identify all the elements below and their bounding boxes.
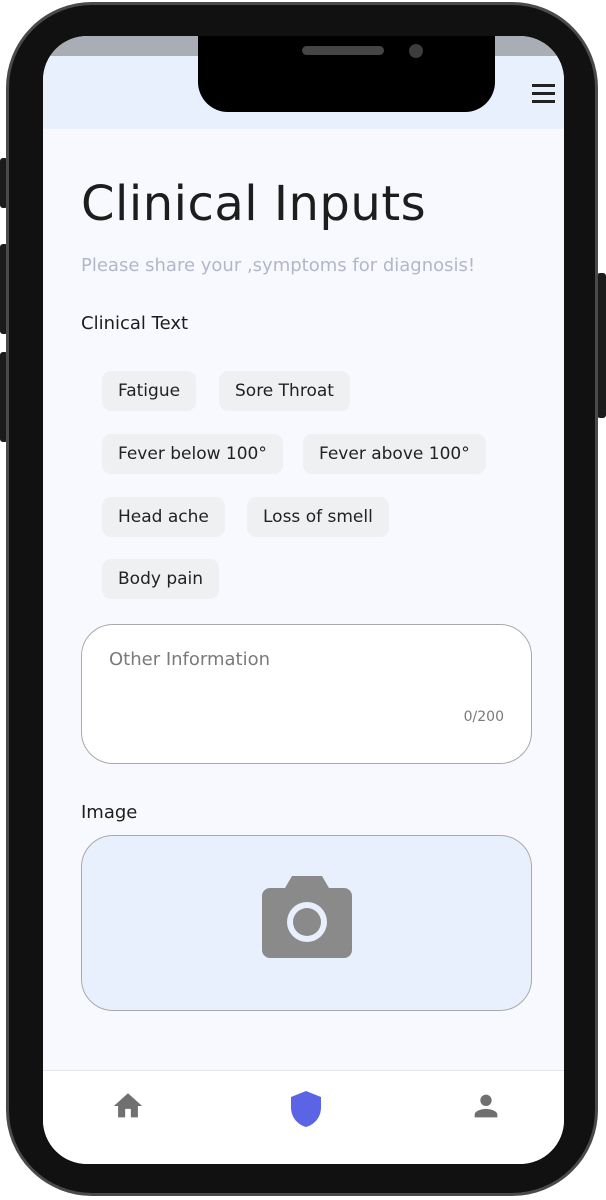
image-upload-area[interactable]: [81, 835, 532, 1011]
image-label: Image: [81, 802, 138, 823]
front-camera: [409, 44, 423, 58]
symptom-chip-head-ache[interactable]: Head ache: [102, 497, 225, 537]
character-counter: 0/200: [463, 709, 504, 725]
profile-icon[interactable]: [469, 1089, 503, 1123]
page-subtitle: Please share your ,symptoms for diagnosi…: [81, 255, 476, 276]
camera-icon: [262, 876, 352, 958]
menu-icon[interactable]: [531, 84, 557, 104]
symptom-chip-sore-throat[interactable]: Sore Throat: [219, 371, 350, 411]
other-information-placeholder: Other Information: [109, 649, 271, 670]
symptom-chip-fatigue[interactable]: Fatigue: [102, 371, 197, 411]
screen: DOC-OTG Clinical Inputs Please share you…: [43, 36, 564, 1164]
symptom-chip-fever-below-100[interactable]: Fever below 100°: [102, 434, 283, 474]
other-information-field[interactable]: Other Information 0/200: [81, 624, 532, 764]
clinical-text-label: Clinical Text: [81, 313, 189, 334]
shield-icon[interactable]: [288, 1089, 324, 1129]
home-icon[interactable]: [111, 1089, 145, 1123]
speaker-grille: [302, 46, 384, 55]
bottom-navigation: [43, 1070, 564, 1164]
symptom-chip-loss-of-smell[interactable]: Loss of smell: [247, 497, 389, 537]
power-button: [597, 273, 606, 418]
page-title: Clinical Inputs: [81, 176, 427, 232]
symptom-chip-fever-above-100[interactable]: Fever above 100°: [303, 434, 486, 474]
notch: [198, 36, 495, 112]
symptom-chip-body-pain[interactable]: Body pain: [102, 559, 220, 599]
